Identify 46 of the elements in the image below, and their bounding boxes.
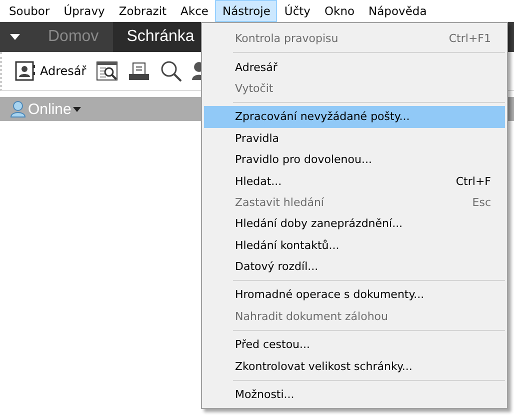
preview-window-icon[interactable] <box>96 60 118 82</box>
shortcut-label: Esc <box>472 196 491 209</box>
menu-item-label: Adresář <box>235 60 278 74</box>
menu-item[interactable]: Adresář <box>204 56 505 78</box>
menu-item-label: Hledání kontaktů... <box>235 238 340 252</box>
menu-bar-item[interactable]: Okno <box>317 0 362 22</box>
menu-item[interactable]: Hromadné operace s dokumenty... <box>204 284 505 306</box>
user-icon <box>10 100 26 118</box>
menu-item[interactable]: Zkontrolovat velikost schránky... <box>204 355 505 377</box>
menu-item-label: Nahradit dokument zálohou <box>235 310 388 323</box>
menu-item-label: Zastavit hledání <box>235 196 324 209</box>
menu-bar-item[interactable]: Účty <box>277 0 318 22</box>
menu-item-label: Hledat... <box>235 174 282 188</box>
menu-item-label: Kontrola pravopisu <box>235 32 338 46</box>
menu-item[interactable]: Před cestou... <box>204 334 505 356</box>
menu-bar-item[interactable]: Soubor <box>2 0 57 22</box>
menu-item-label: Před cestou... <box>235 338 310 352</box>
menu-item[interactable]: Zpracování nevyžádané pošty... <box>204 106 505 128</box>
menu-item[interactable]: Hledání kontaktů... <box>204 234 505 256</box>
menu-item[interactable]: Datový rozdíl... <box>204 256 505 278</box>
menu-item[interactable]: Pravidlo pro dovolenou... <box>204 148 505 170</box>
menu-item[interactable]: Hledání doby zaneprázdnění... <box>204 213 505 235</box>
menu-item-label: Pravidla <box>235 132 280 145</box>
shortcut-label: Ctrl+F <box>456 174 491 188</box>
menu-item-label: Zpracování nevyžádané pošty... <box>235 110 410 124</box>
contact-card-icon <box>14 60 36 82</box>
menu-item[interactable]: Hledat... Ctrl+F <box>204 170 505 192</box>
menu-bar-item[interactable]: Nápověda <box>362 0 434 22</box>
address-book-button[interactable]: Adresář <box>14 60 86 82</box>
search-icon[interactable] <box>160 60 182 82</box>
menu-bar-item[interactable]: Úpravy <box>56 0 112 22</box>
menu-item-label: Pravidlo pro dovolenou... <box>235 153 372 166</box>
menu-bar-item[interactable]: Zobrazit <box>112 0 174 22</box>
menu-bar-item[interactable]: Nástroje <box>215 0 278 22</box>
menu-bar-item[interactable]: Akce <box>174 0 216 22</box>
menu-item[interactable]: Možnosti... <box>204 384 505 406</box>
menu-item-label: Zkontrolovat velikost schránky... <box>235 360 412 373</box>
caret-icon[interactable] <box>10 34 20 40</box>
menu-item-label: Datový rozdíl... <box>235 260 318 274</box>
shortcut-label: Ctrl+F1 <box>448 32 491 46</box>
menu-item[interactable]: Pravidla <box>204 128 505 149</box>
caret-icon <box>73 106 82 112</box>
menu-item-label: Hromadné operace s dokumenty... <box>235 288 424 302</box>
menu-item-label: Možnosti... <box>235 388 294 402</box>
menu-item-label: Vytočit <box>235 82 274 95</box>
menu-item-label: Hledání doby zaneprázdnění... <box>235 217 403 230</box>
